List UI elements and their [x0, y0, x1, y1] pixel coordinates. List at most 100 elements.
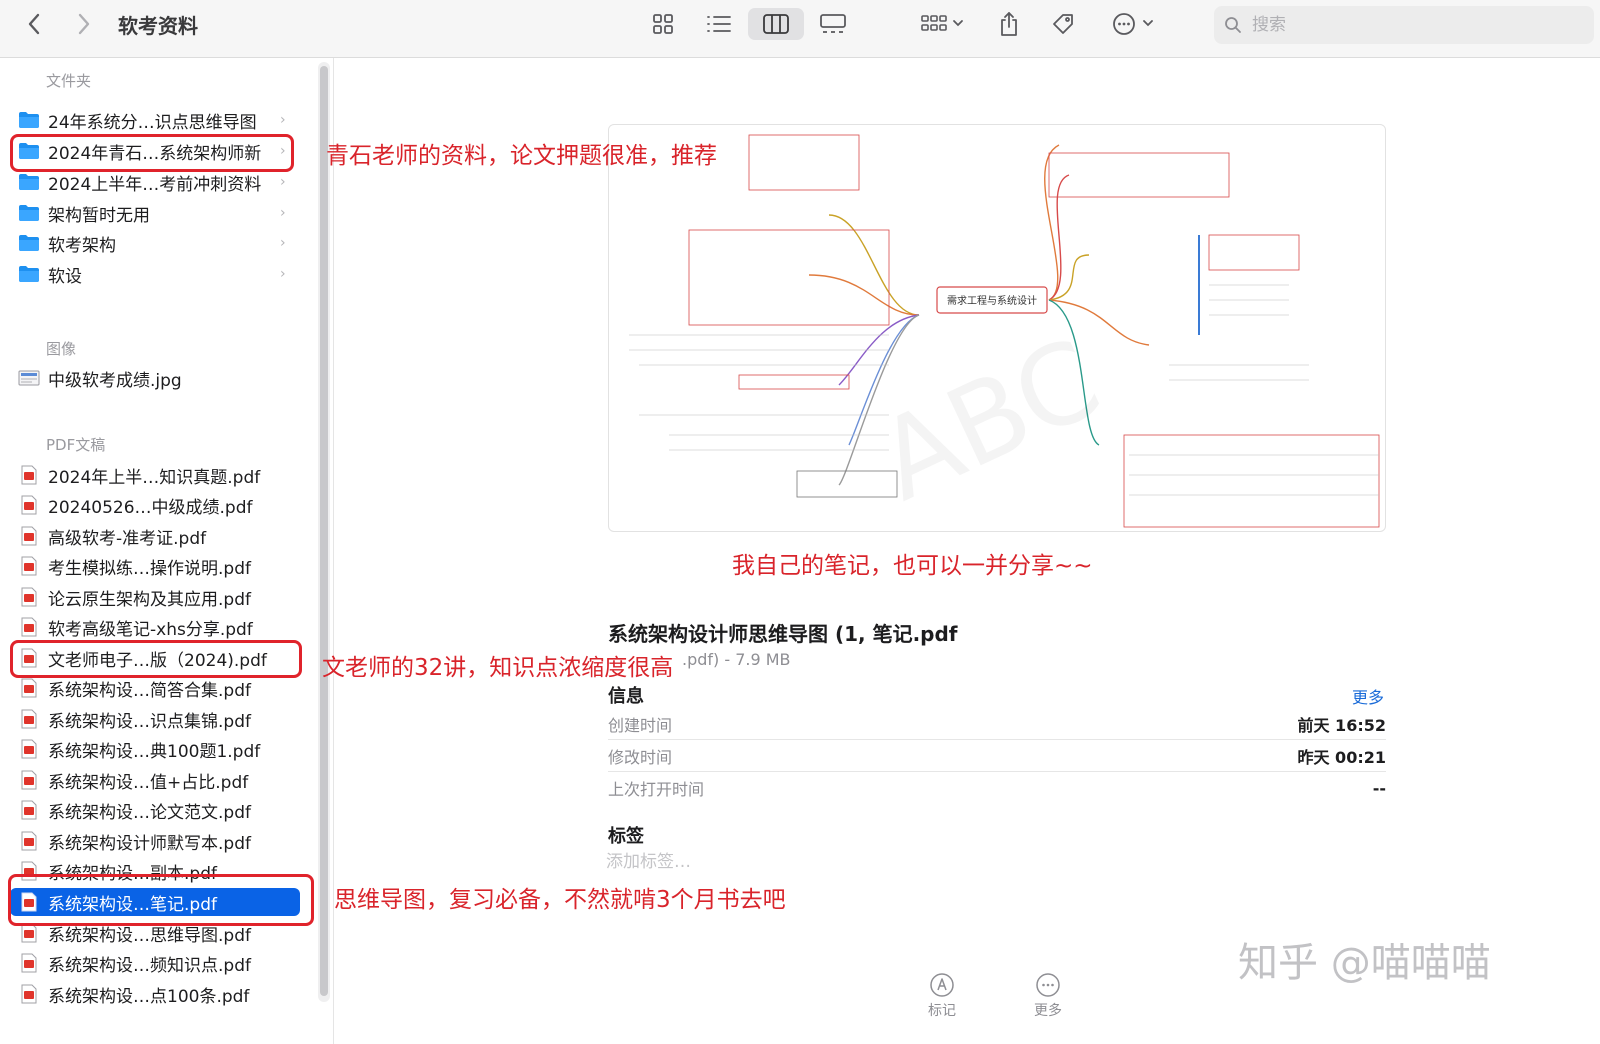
folder-item[interactable]: 2024上半年…考前冲刺资料 ›: [10, 168, 300, 196]
section-title-images: 图像: [46, 340, 77, 358]
icon-view-button[interactable]: [646, 8, 680, 40]
pdf-label: 考生模拟练…操作说明.pdf: [48, 558, 251, 579]
annotation-note: 青石老师的资料，论文押题很准，推荐: [326, 143, 717, 169]
forward-button[interactable]: [70, 8, 98, 40]
folder-item[interactable]: 24年系统分…识点思维导图 ›: [10, 106, 300, 134]
annotation-note: 思维导图，复习必备，不然就啃3个月书去吧: [334, 887, 786, 913]
info-key: 创建时间: [608, 715, 673, 735]
info-key: 上次打开时间: [608, 780, 705, 799]
tag-button[interactable]: [1046, 8, 1080, 40]
search-input[interactable]: [1252, 15, 1552, 35]
pdf-label: 系统架构设…点100条.pdf: [48, 986, 250, 1007]
pdf-file-icon: [18, 465, 40, 485]
info-heading: 信息: [608, 686, 644, 707]
pdf-item[interactable]: 系统架构设…识点集锦.pdf: [10, 705, 300, 733]
tag-icon: [1053, 14, 1073, 34]
tags-input[interactable]: [606, 852, 906, 872]
folder-label: 24年系统分…识点思维导图: [48, 112, 257, 133]
pdf-file-icon: [18, 495, 40, 515]
grid-icon: [653, 14, 673, 34]
ellipsis-circle-icon: [1036, 973, 1060, 997]
pdf-item[interactable]: 2024年上半…知识真题.pdf: [10, 461, 300, 489]
pdf-label: 系统架构设…典100题1.pdf: [48, 741, 261, 762]
pdf-item[interactable]: 系统架构设…典100题1.pdf: [10, 735, 300, 763]
list-view-button[interactable]: [702, 8, 736, 40]
file-name: 系统架构设计师思维导图 (1, 笔记.pdf: [608, 622, 958, 646]
pdf-item[interactable]: 系统架构设…频知识点.pdf: [10, 949, 300, 977]
chevron-right-icon: ›: [280, 266, 286, 282]
toolbar: 软考资料: [0, 0, 1600, 58]
pdf-label: 系统架构设…频知识点.pdf: [48, 955, 251, 976]
folder-icon: [18, 233, 40, 253]
pdf-file-icon: [18, 556, 40, 576]
pdf-item[interactable]: 软考高级笔记-xhs分享.pdf: [10, 613, 300, 641]
pdf-item[interactable]: 论云原生架构及其应用.pdf: [10, 583, 300, 611]
svg-text:ABC: ABC: [860, 314, 1119, 525]
pdf-item[interactable]: 高级软考-准考证.pdf: [10, 522, 300, 550]
chevron-right-icon: [78, 13, 90, 35]
list-icon: [707, 16, 731, 32]
share-icon: [1001, 12, 1017, 36]
pdf-label: 系统架构设…论文范文.pdf: [48, 802, 251, 823]
annotation-box: [10, 640, 302, 678]
folder-label: 2024上半年…考前冲刺资料: [48, 174, 262, 195]
column-view-button[interactable]: [748, 8, 804, 40]
folder-icon: [18, 110, 40, 130]
more-label: 更多: [1034, 1003, 1062, 1019]
info-more-link[interactable]: 更多: [1352, 684, 1384, 708]
info-key: 修改时间: [608, 747, 673, 767]
folder-label: 软设: [48, 266, 82, 287]
chevron-right-icon: ›: [280, 174, 286, 190]
folder-icon: [18, 264, 40, 284]
folder-icon: [18, 172, 40, 192]
site-watermark: 知乎 @喵喵喵: [1238, 940, 1491, 986]
gallery-icon: [820, 14, 846, 33]
mind-map-thumbnail: 需求工程与系统设计 ABC: [629, 134, 1380, 528]
pdf-label: 20240526…中级成绩.pdf: [48, 497, 253, 518]
pdf-file-icon: [18, 984, 40, 1004]
action-menu-button[interactable]: [1106, 8, 1162, 40]
pdf-file-icon: [18, 526, 40, 546]
scrollbar-thumb[interactable]: [320, 66, 328, 996]
annotation-box: [8, 874, 314, 926]
back-button[interactable]: [20, 8, 48, 40]
folder-item[interactable]: 软设 ›: [10, 260, 300, 288]
markup-label: 标记: [928, 1003, 956, 1019]
pdf-label: 软考高级笔记-xhs分享.pdf: [48, 619, 253, 640]
more-actions-button[interactable]: 更多: [1018, 972, 1078, 1020]
pdf-item[interactable]: 20240526…中级成绩.pdf: [10, 491, 300, 519]
annotation-note: 文老师的32讲，知识点浓缩度很高: [322, 655, 674, 681]
markup-button[interactable]: 标记: [912, 972, 972, 1020]
search-icon: [1225, 17, 1241, 33]
group-by-button[interactable]: [914, 8, 970, 40]
window-title: 软考资料: [118, 14, 198, 38]
info-value: --: [1372, 778, 1386, 798]
folder-item[interactable]: 软考架构 ›: [10, 229, 300, 257]
annotation-box: [10, 134, 294, 172]
share-button[interactable]: [992, 8, 1026, 40]
pdf-file-icon: [18, 831, 40, 851]
pdf-item[interactable]: 系统架构设计师默写本.pdf: [10, 827, 300, 855]
mind-map-center-node: 需求工程与系统设计: [947, 294, 1037, 307]
pdf-item[interactable]: 系统架构设…简答合集.pdf: [10, 674, 300, 702]
pdf-label: 2024年上半…知识真题.pdf: [48, 467, 261, 488]
sidebar-scrollbar[interactable]: [318, 62, 330, 1002]
pdf-item[interactable]: 系统架构设…点100条.pdf: [10, 980, 300, 1008]
pdf-file-icon: [18, 739, 40, 759]
pdf-item[interactable]: 考生模拟练…操作说明.pdf: [10, 552, 300, 580]
pdf-item[interactable]: 系统架构设…论文范文.pdf: [10, 796, 300, 824]
info-row-last-opened: 上次打开时间 --: [608, 772, 1386, 804]
info-row-modified: 修改时间 昨天 00:21: [608, 740, 1386, 772]
gallery-view-button[interactable]: [816, 8, 850, 40]
columns-icon: [763, 14, 789, 34]
pdf-label: 系统架构设…识点集锦.pdf: [48, 711, 251, 732]
image-item[interactable]: 中级软考成绩.jpg: [10, 364, 300, 392]
search-field[interactable]: [1214, 6, 1594, 44]
file-preview[interactable]: 需求工程与系统设计 ABC: [608, 124, 1386, 532]
pdf-label: 论云原生架构及其应用.pdf: [48, 589, 251, 610]
pdf-item[interactable]: 系统架构设…值+占比.pdf: [10, 766, 300, 794]
folder-item[interactable]: 架构暂时无用 ›: [10, 199, 300, 227]
pdf-file-icon: [18, 587, 40, 607]
info-value: 昨天 00:21: [1297, 747, 1386, 767]
annotation-note: 我自己的笔记，也可以一并分享~~: [732, 553, 1093, 579]
